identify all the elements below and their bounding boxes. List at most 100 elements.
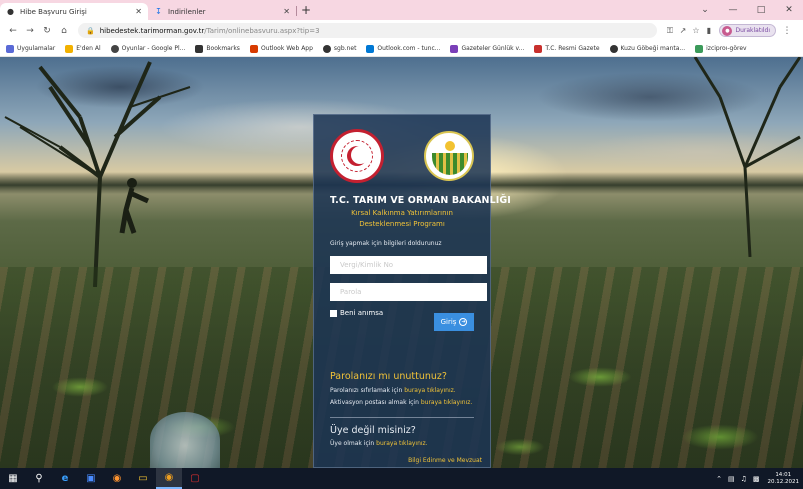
bookmark-item[interactable]: E'den Al — [65, 44, 101, 53]
apps-icon — [6, 44, 14, 53]
bookmark-item[interactable]: Outlook.com - tunc... — [366, 44, 440, 53]
word-icon[interactable]: ▣ — [78, 468, 104, 489]
not-member-title: Üye değil misiniz? — [330, 425, 416, 436]
chevron-up-icon[interactable]: ⌃ — [716, 475, 722, 483]
reset-password-line: Parolanızı sıfırlamak için buraya tıklay… — [330, 387, 474, 394]
cabbage-image — [150, 412, 220, 468]
subtitle-line: Desteklenmesi Programı — [359, 220, 445, 228]
close-window-icon[interactable]: ✕ — [775, 5, 803, 15]
profile-button[interactable]: ● Duraklatıldı — [719, 24, 776, 37]
star-icon[interactable]: ☆ — [689, 26, 702, 35]
avatar: ● — [722, 25, 733, 36]
logo-sun — [445, 141, 455, 151]
tab-close-icon[interactable]: ✕ — [283, 7, 290, 16]
sidebar-icon[interactable]: ▮ — [702, 26, 715, 35]
outlook-icon — [366, 44, 375, 53]
globe-icon — [322, 44, 331, 53]
taskbar: ▦ ⚲ e ▣ ◉ ▭ ◉ ▢ ⌃ ▤ ♫ ▩ 14:01 20.12.2021 — [0, 468, 803, 489]
tab-indirilenler[interactable]: ↧ İndirilenler ✕ — [148, 3, 296, 20]
activation-link[interactable]: buraya tıklayınız. — [421, 399, 472, 406]
password-input[interactable] — [330, 283, 487, 301]
bookmark-item[interactable]: Kuzu Göbeği manta... — [609, 44, 686, 53]
key-icon[interactable]: ⚿ — [663, 26, 676, 36]
login-label: Giriş — [440, 318, 457, 326]
lock-icon[interactable]: 🔒 — [86, 27, 95, 35]
chrome-icon[interactable]: ◉ — [156, 468, 182, 489]
remember-me-checkbox[interactable]: Beni anımsa — [330, 309, 383, 317]
register-link[interactable]: buraya tıklayınız. — [376, 440, 427, 447]
bookmark-item[interactable]: T.C. Resmi Gazete — [534, 44, 600, 53]
bookmark-label: Kuzu Göbeği manta... — [620, 45, 686, 52]
profile-label: Duraklatıldı — [735, 27, 770, 34]
address-bar[interactable]: 🔒 hibedestek.tarimorman.gov.tr/Tarim/onl… — [78, 23, 658, 38]
ministry-title: T.C. TARIM VE ORMAN BAKANLIĞI — [330, 195, 511, 206]
windows-start-icon[interactable]: ▦ — [0, 468, 26, 489]
maximize-icon[interactable]: □ — [747, 5, 775, 15]
seal-crescent-cut — [351, 146, 369, 164]
bookmark-item[interactable]: izciproı-görev — [695, 44, 747, 53]
window-controls: ⌄ — □ ✕ — [691, 0, 803, 20]
logo-field — [432, 153, 468, 175]
reload-icon[interactable]: ↻ — [40, 26, 54, 36]
bookmark-item[interactable]: sgb.net — [322, 44, 357, 53]
tree-right-image — [693, 57, 802, 257]
activation-line: Aktivasyon postası almak için buraya tık… — [330, 399, 474, 406]
menu-icon[interactable]: ⋮ — [780, 26, 794, 36]
bookmark-label: Outlook Web App — [260, 45, 313, 52]
bookmark-item[interactable]: Uygulamalar — [6, 44, 55, 53]
back-arrow-icon[interactable]: ← — [6, 26, 20, 36]
url-path: /Tarim/onlinebasvuru.aspx?tip=3 — [204, 26, 320, 35]
bookmark-label: Oyunlar - Google Pl... — [121, 45, 186, 52]
search-icon[interactable]: ⚲ — [26, 468, 52, 489]
url-host: hibedestek.tarimorman.gov.tr — [99, 26, 205, 35]
notification-icon[interactable]: ▩ — [753, 475, 760, 483]
leaf-icon — [695, 44, 704, 53]
folder-icon — [65, 44, 74, 53]
volume-icon[interactable]: ♫ — [741, 475, 747, 483]
gazette-icon — [534, 44, 543, 53]
globe-icon — [609, 44, 618, 53]
reset-password-text: Parolanızı sıfırlamak için — [330, 387, 403, 394]
info-regulation-link[interactable]: Bilgi Edinme ve Mevzuat — [408, 457, 482, 464]
subtitle-line: Kırsal Kalkınma Yatırımlarının — [351, 209, 453, 217]
remember-label: Beni anımsa — [340, 309, 384, 317]
download-icon: ↧ — [155, 7, 162, 16]
globe-icon: ● — [7, 7, 14, 16]
share-icon[interactable]: ↗ — [676, 26, 689, 35]
bookmark-label: sgb.net — [333, 45, 357, 52]
login-instruction: Giriş yapmak için bilgileri doldurunuz — [330, 240, 442, 247]
new-tab-button[interactable]: + — [297, 3, 315, 20]
edge-icon[interactable]: e — [52, 468, 78, 489]
tab-close-icon[interactable]: ✕ — [135, 7, 142, 16]
clock[interactable]: 14:01 20.12.2021 — [768, 472, 800, 486]
chevron-down-icon[interactable]: ⌄ — [691, 5, 719, 15]
toolbar-icons: ⚿ ↗ ☆ ▮ — [663, 26, 715, 36]
tab-hibe-basvuru[interactable]: ● Hibe Başvuru Girişi ✕ — [0, 3, 148, 20]
home-icon[interactable]: ⌂ — [57, 26, 71, 36]
login-button[interactable]: Giriş ➜ — [434, 313, 474, 331]
bookmark-item[interactable]: Bookmarks — [195, 44, 240, 53]
program-logo — [424, 131, 474, 181]
bookmark-label: Gazeteler Günlük v... — [461, 45, 525, 52]
bookmark-item[interactable]: Oyunlar - Google Pl... — [110, 44, 186, 53]
program-subtitle: Kırsal Kalkınma Yatırımlarının Desteklen… — [330, 208, 474, 230]
tab-label: İndirilenler — [168, 7, 206, 16]
network-icon[interactable]: ▤ — [728, 475, 735, 483]
tree-left-image — [4, 61, 191, 287]
bookmark-label: Bookmarks — [206, 45, 240, 52]
tab-strip: ● Hibe Başvuru Girişi ✕ ↧ İndirilenler ✕… — [0, 0, 803, 20]
bookmark-label: T.C. Resmi Gazete — [545, 45, 600, 52]
checkbox-box[interactable] — [330, 309, 337, 317]
pdf-reader-icon[interactable]: ▢ — [182, 468, 208, 489]
forward-arrow-icon[interactable]: → — [23, 26, 37, 36]
minimize-icon[interactable]: — — [719, 5, 747, 15]
newspaper-icon — [450, 44, 459, 53]
firefox-icon[interactable]: ◉ — [104, 468, 130, 489]
activation-text: Aktivasyon postası almak için — [330, 399, 419, 406]
globe-icon — [110, 44, 119, 53]
reset-password-link[interactable]: buraya tıklayınız. — [404, 387, 455, 394]
tax-id-input[interactable] — [330, 256, 487, 274]
file-explorer-icon[interactable]: ▭ — [130, 468, 156, 489]
bookmark-item[interactable]: Outlook Web App — [249, 44, 313, 53]
bookmark-item[interactable]: Gazeteler Günlük v... — [450, 44, 525, 53]
